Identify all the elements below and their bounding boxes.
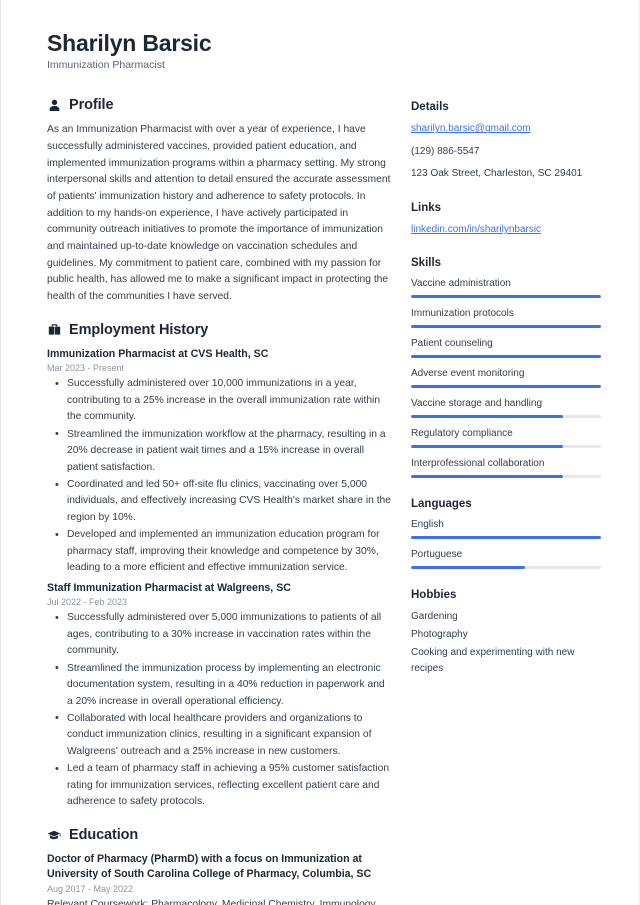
section-education-heading: Education bbox=[47, 827, 391, 843]
education-entry: Doctor of Pharmacy (PharmD) with a focus… bbox=[47, 852, 391, 905]
skill-item: Immunization protocols bbox=[411, 307, 601, 329]
employment-entry-date: Jul 2022 - Feb 2023 bbox=[47, 597, 128, 608]
skill-meter-track bbox=[411, 385, 601, 389]
sidebar-links-title: Links bbox=[411, 201, 442, 214]
section-profile: Profile As an Immunization Pharmacist wi… bbox=[47, 97, 391, 305]
sidebar-details-title: Details bbox=[411, 101, 449, 114]
hobby-item: Cooking and experimenting with new recip… bbox=[411, 647, 575, 675]
list-item: Developed and implemented an immunizatio… bbox=[47, 527, 391, 576]
skill-meter-fill bbox=[411, 325, 601, 329]
section-profile-heading: Profile bbox=[47, 97, 391, 113]
language-meter-fill bbox=[411, 566, 525, 570]
employment-entry-bullets: Successfully administered over 5,000 imm… bbox=[47, 610, 391, 811]
employment-entry-date: Mar 2023 - Present bbox=[47, 363, 125, 374]
section-profile-title: Profile bbox=[69, 97, 114, 114]
skill-item: Interprofessional collaboration bbox=[411, 457, 601, 479]
list-item: Streamlined the immunization workflow at… bbox=[47, 426, 391, 476]
sidebar-links: Links linkedin.com/in/sharilynbarsic bbox=[411, 202, 601, 238]
skill-label: Interprofessional collaboration bbox=[411, 458, 545, 470]
section-employment-heading: Employment History bbox=[47, 322, 391, 338]
language-meter-fill bbox=[411, 536, 601, 540]
sidebar-details: Details sharilyn.barsic@gmail.com (129) … bbox=[411, 101, 601, 182]
sidebar-languages: Languages English Portuguese bbox=[411, 498, 601, 570]
skill-item: Patient counseling bbox=[411, 337, 601, 359]
employment-entry-bullets: Successfully administered over 10,000 im… bbox=[47, 376, 391, 577]
skill-label: Adverse event monitoring bbox=[411, 368, 525, 380]
skill-meter-track bbox=[411, 295, 601, 299]
list-item: Coordinated and led 50+ off-site flu cli… bbox=[47, 476, 391, 526]
skill-meter-fill bbox=[411, 475, 563, 479]
email-link[interactable]: sharilyn.barsic@gmail.com bbox=[411, 121, 601, 137]
list-item: Streamlined the immunization process by … bbox=[47, 660, 391, 710]
language-meter-track bbox=[411, 536, 601, 540]
skill-label: Regulatory compliance bbox=[411, 428, 513, 440]
skill-item: Regulatory compliance bbox=[411, 427, 601, 449]
skill-meter-fill bbox=[411, 445, 563, 449]
main-column: Profile As an Immunization Pharmacist wi… bbox=[47, 97, 411, 905]
sidebar-languages-title: Languages bbox=[411, 498, 472, 511]
linkedin-link[interactable]: linkedin.com/in/sharilynbarsic bbox=[411, 222, 601, 238]
skill-label: Vaccine storage and handling bbox=[411, 398, 543, 410]
resume-page: Sharilyn Barsic Immunization Pharmacist … bbox=[0, 0, 640, 905]
candidate-job-title: Immunization Pharmacist bbox=[47, 59, 165, 72]
person-icon bbox=[47, 98, 61, 112]
skill-meter-fill bbox=[411, 415, 563, 419]
section-employment-title: Employment History bbox=[69, 321, 209, 338]
employment-entry-title: Staff Immunization Pharmacist at Walgree… bbox=[47, 581, 291, 594]
skill-meter-track bbox=[411, 355, 601, 359]
education-entry-title: Doctor of Pharmacy (PharmD) with a focus… bbox=[47, 852, 372, 881]
briefcase-icon bbox=[47, 323, 61, 337]
language-label: Portuguese bbox=[411, 549, 463, 561]
section-education: Education Doctor of Pharmacy (PharmD) wi… bbox=[47, 827, 391, 905]
skill-meter-fill bbox=[411, 355, 601, 359]
hobby-item: Gardening bbox=[411, 611, 458, 623]
skill-meter-fill bbox=[411, 385, 601, 389]
language-label: English bbox=[411, 519, 444, 531]
skill-item: Adverse event monitoring bbox=[411, 367, 601, 389]
education-entry-description: Relevant Coursework: Pharmacology, Medic… bbox=[47, 898, 378, 905]
candidate-name: Sharilyn Barsic bbox=[47, 30, 212, 56]
employment-entry-title: Immunization Pharmacist at CVS Health, S… bbox=[47, 347, 269, 360]
sidebar-skills: Skills Vaccine administration Immunizati… bbox=[411, 257, 601, 479]
skill-item: Vaccine administration bbox=[411, 277, 601, 299]
address-text: 123 Oak Street, Charleston, SC 29401 bbox=[411, 168, 583, 180]
skill-meter-track bbox=[411, 325, 601, 329]
resume-body: Profile As an Immunization Pharmacist wi… bbox=[47, 97, 603, 905]
skill-meter-track bbox=[411, 415, 601, 419]
sidebar-hobbies: Hobbies Gardening Photography Cooking an… bbox=[411, 589, 601, 677]
skill-label: Vaccine administration bbox=[411, 278, 511, 290]
graduation-cap-icon bbox=[47, 828, 61, 842]
skill-meter-fill bbox=[411, 295, 601, 299]
language-item: Portuguese bbox=[411, 548, 601, 570]
skill-label: Patient counseling bbox=[411, 338, 493, 350]
skill-meter-track bbox=[411, 475, 601, 479]
list-item: Successfully administered over 10,000 im… bbox=[47, 376, 391, 425]
language-meter-track bbox=[411, 566, 601, 570]
sidebar-hobbies-title: Hobbies bbox=[411, 589, 457, 602]
profile-text: As an Immunization Pharmacist with over … bbox=[47, 124, 391, 303]
sidebar-skills-title: Skills bbox=[411, 257, 442, 270]
employment-entry: Staff Immunization Pharmacist at Walgree… bbox=[47, 581, 391, 811]
skill-item: Vaccine storage and handling bbox=[411, 397, 601, 419]
skill-label: Immunization protocols bbox=[411, 308, 514, 320]
section-education-title: Education bbox=[69, 826, 139, 843]
language-item: English bbox=[411, 518, 601, 540]
resume-header: Sharilyn Barsic Immunization Pharmacist bbox=[47, 30, 603, 71]
education-entry-date: Aug 2017 - May 2022 bbox=[47, 883, 134, 894]
section-employment: Employment History Immunization Pharmaci… bbox=[47, 322, 391, 811]
list-item: Led a team of pharmacy staff in achievin… bbox=[47, 761, 391, 810]
list-item: Successfully administered over 5,000 imm… bbox=[47, 610, 391, 659]
hobby-item: Photography bbox=[411, 629, 468, 641]
employment-entry: Immunization Pharmacist at CVS Health, S… bbox=[47, 347, 391, 577]
sidebar-column: Details sharilyn.barsic@gmail.com (129) … bbox=[411, 97, 601, 697]
phone-text: (129) 886-5547 bbox=[411, 145, 480, 157]
skill-meter-track bbox=[411, 445, 601, 449]
list-item: Collaborated with local healthcare provi… bbox=[47, 710, 391, 760]
